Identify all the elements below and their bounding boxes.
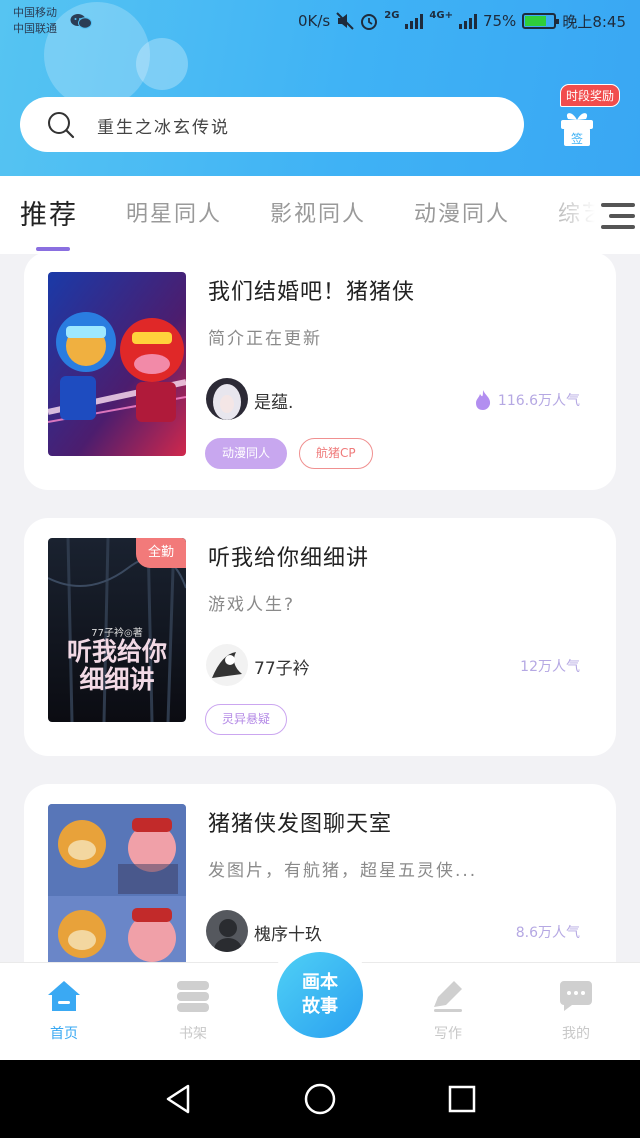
author-name[interactable]: 77子衿 [254, 654, 310, 679]
nav-shelf[interactable]: 书架 [143, 963, 243, 1061]
picture-story-circle: 画本故事 [277, 952, 363, 1038]
author-name[interactable]: 是蕴. [254, 388, 293, 413]
recents-icon[interactable] [445, 1082, 479, 1116]
chat-bubble-icon [560, 981, 592, 1011]
tag[interactable]: 动漫同人 [205, 438, 288, 469]
tab-star-fanfic[interactable]: 明星同人 [126, 196, 222, 228]
search-icon [48, 112, 75, 139]
picture-story-button[interactable]: 画本故事 [267, 942, 373, 1048]
story-card[interactable]: 77子衿◎著 听我给你细细讲 全勤 听我给你细细讲 游戏人生? 77子衿 12万… [24, 518, 616, 756]
battery-icon [522, 13, 560, 29]
story-feed: 我们结婚吧！猪猪侠 简介正在更新 是蕴. 116.6万人气 动漫同人 航猪CP [0, 254, 640, 962]
tag[interactable]: 灵异悬疑 [205, 704, 288, 735]
menu-icon[interactable] [601, 201, 635, 231]
bookshelf-icon [177, 981, 209, 1012]
nav-mine[interactable]: 我的 [526, 963, 626, 1061]
system-navigation-bar [0, 1060, 640, 1138]
popularity: 116.6万人气 [474, 390, 580, 410]
decor-bubble-small [136, 38, 188, 90]
tab-recommend[interactable]: 推荐 [20, 193, 78, 232]
signal-icon [405, 13, 424, 29]
category-tabs: 推荐 明星同人 影视同人 动漫同人 综艺 [0, 176, 640, 254]
network-speed: 0K/s [298, 12, 331, 30]
wechat-icon [70, 14, 92, 29]
tab-film-fanfic[interactable]: 影视同人 [270, 196, 366, 228]
nav-home[interactable]: 首页 [14, 963, 114, 1061]
popularity-count: 8.6万人气 [515, 925, 580, 941]
tag-list: 灵异悬疑 [205, 704, 288, 735]
tag[interactable]: 航猪CP [299, 438, 373, 469]
author-name[interactable]: 槐序十玖 [254, 920, 322, 945]
decor-bubble [44, 2, 150, 108]
mute-icon [336, 12, 354, 30]
cover-title: 听我给你细细讲 [66, 637, 167, 694]
network-2g: 2G [384, 10, 400, 21]
story-title[interactable]: 猪猪侠发图聊天室 [208, 806, 392, 838]
carrier-1: 中国移动 [13, 6, 57, 19]
popularity-count: 12万人气 [520, 659, 580, 675]
network-4g: 4G+ [429, 10, 453, 21]
sign-label: 签 [571, 131, 583, 146]
fire-icon [475, 390, 491, 410]
search-input[interactable]: 重生之冰玄传说 [97, 113, 230, 138]
pen-icon [434, 981, 462, 1012]
avatar[interactable] [206, 910, 248, 952]
full-attendance-ribbon: 全勤 [136, 538, 186, 568]
nav-write[interactable]: 写作 [398, 963, 498, 1061]
avatar[interactable] [206, 378, 248, 420]
nav-write-label: 写作 [434, 1026, 462, 1042]
header: 中国移动 中国联通 0K/s 2G 4G+ 75% 晚上8:45 重生之冰玄传说… [0, 0, 640, 176]
story-title[interactable]: 听我给你细细讲 [208, 540, 369, 572]
home-circle-icon[interactable] [303, 1082, 337, 1116]
popularity: 12万人气 [520, 656, 580, 676]
story-description: 简介正在更新 [208, 329, 322, 349]
story-cover[interactable] [48, 272, 186, 456]
back-icon[interactable] [162, 1082, 196, 1116]
clock: 晚上8:45 [562, 12, 626, 31]
nav-mine-label: 我的 [562, 1026, 590, 1042]
story-cover[interactable] [48, 804, 186, 962]
search-bar[interactable]: 重生之冰玄传说 [20, 97, 524, 152]
avatar[interactable] [206, 644, 248, 686]
home-icon [48, 981, 80, 1011]
nav-home-label: 首页 [50, 1026, 78, 1042]
signal-icon-2 [458, 13, 477, 29]
popularity-count: 116.6万人气 [497, 393, 580, 409]
nav-shelf-label: 书架 [179, 1026, 207, 1042]
carrier-2: 中国联通 [13, 22, 57, 35]
story-card[interactable]: 猪猪侠发图聊天室 发图片，有航猪，超星五灵侠... 槐序十玖 8.6万人气 [24, 784, 616, 962]
battery-percent: 75% [482, 12, 517, 30]
sign-in-button[interactable]: 时段奖励 签 [556, 84, 626, 150]
tab-anime-fanfic[interactable]: 动漫同人 [414, 196, 510, 228]
story-description: 游戏人生? [208, 595, 296, 615]
story-title[interactable]: 我们结婚吧！猪猪侠 [208, 274, 415, 306]
picture-story-label: 画本故事 [302, 972, 338, 1017]
story-card[interactable]: 我们结婚吧！猪猪侠 简介正在更新 是蕴. 116.6万人气 动漫同人 航猪CP [24, 254, 616, 490]
gift-icon: 签 [561, 113, 593, 146]
story-cover[interactable]: 77子衿◎著 听我给你细细讲 全勤 [48, 538, 186, 722]
status-bar: 0K/s 2G 4G+ 75% 晚上8:45 [298, 10, 626, 32]
tab-indicator [36, 247, 70, 251]
tag-list: 动漫同人 航猪CP [205, 438, 373, 469]
popularity: 8.6万人气 [516, 922, 580, 942]
reward-badge: 时段奖励 [560, 84, 621, 107]
story-description: 发图片，有航猪，超星五灵侠... [208, 861, 478, 881]
carrier-info: 中国移动 中国联通 [13, 5, 57, 37]
alarm-icon [361, 14, 378, 30]
